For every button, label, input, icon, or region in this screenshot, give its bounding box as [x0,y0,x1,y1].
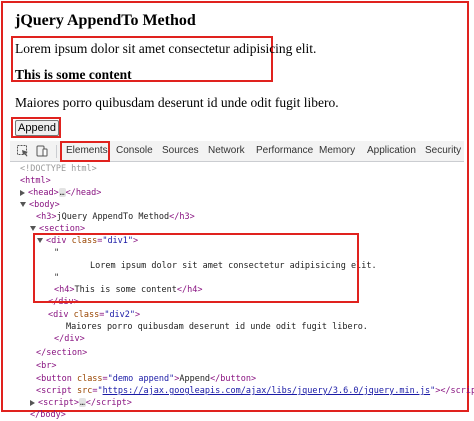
expand-arrow-icon[interactable] [30,399,35,406]
div2-paragraph: Maiores porro quibusdam deserunt id unde… [15,95,339,110]
script-collapsed-line[interactable]: <script>…</script> [30,397,132,409]
collapsed-ellipsis[interactable]: … [78,398,86,407]
elements-tab-highlight [60,141,110,162]
tab-memory[interactable]: Memory [319,141,355,161]
tab-console[interactable]: Console [116,141,153,161]
collapse-arrow-icon[interactable] [30,226,36,231]
tab-sources[interactable]: Sources [162,141,199,161]
body-open-line[interactable]: <body> [20,199,60,211]
section-close-line[interactable]: </section> [36,347,87,359]
tab-separator [56,145,57,158]
doctype-line: <!DOCTYPE html> [20,164,97,174]
tab-network[interactable]: Network [208,141,245,161]
div2-text-node[interactable]: Maiores porro quibusdam deserunt id unde… [66,321,368,333]
div1-paragraph: Lorem ipsum dolor sit amet consectetur a… [15,41,317,56]
div2-close-line[interactable]: </div> [54,333,85,345]
collapsed-ellipsis[interactable]: … [58,188,66,197]
html-open-line[interactable]: <html> [20,175,51,187]
tab-security[interactable]: Security [425,141,461,161]
tab-performance[interactable]: Performance [256,141,313,161]
div1-code-highlight [33,233,359,303]
div1-heading: This is some content [15,67,132,82]
h3-line[interactable]: <h3>jQuery AppendTo Method</h3> [36,211,195,223]
page-heading: jQuery AppendTo Method [15,12,196,29]
append-button[interactable]: Append [15,120,59,136]
div2-open-line[interactable]: <div class="div2"> [48,309,140,321]
collapse-arrow-icon[interactable] [20,202,26,207]
tab-application[interactable]: Application [367,141,416,161]
expand-arrow-icon[interactable] [20,189,25,196]
button-line[interactable]: <button class="demo append">Append</butt… [36,373,256,385]
inspect-element-icon[interactable] [16,144,30,158]
script-src-link[interactable]: https://ajax.googleapis.com/ajax/libs/jq… [103,386,431,396]
br-line[interactable]: <br> [36,360,57,372]
head-line[interactable]: <head>…</head> [20,187,101,199]
device-toolbar-icon[interactable] [35,144,49,158]
devtools-tabbar: Elements Console Sources Network Perform… [10,141,464,162]
script-src-line[interactable]: <script src="https://ajax.googleapis.com… [36,385,474,397]
body-close-line[interactable]: </body> [30,409,66,421]
